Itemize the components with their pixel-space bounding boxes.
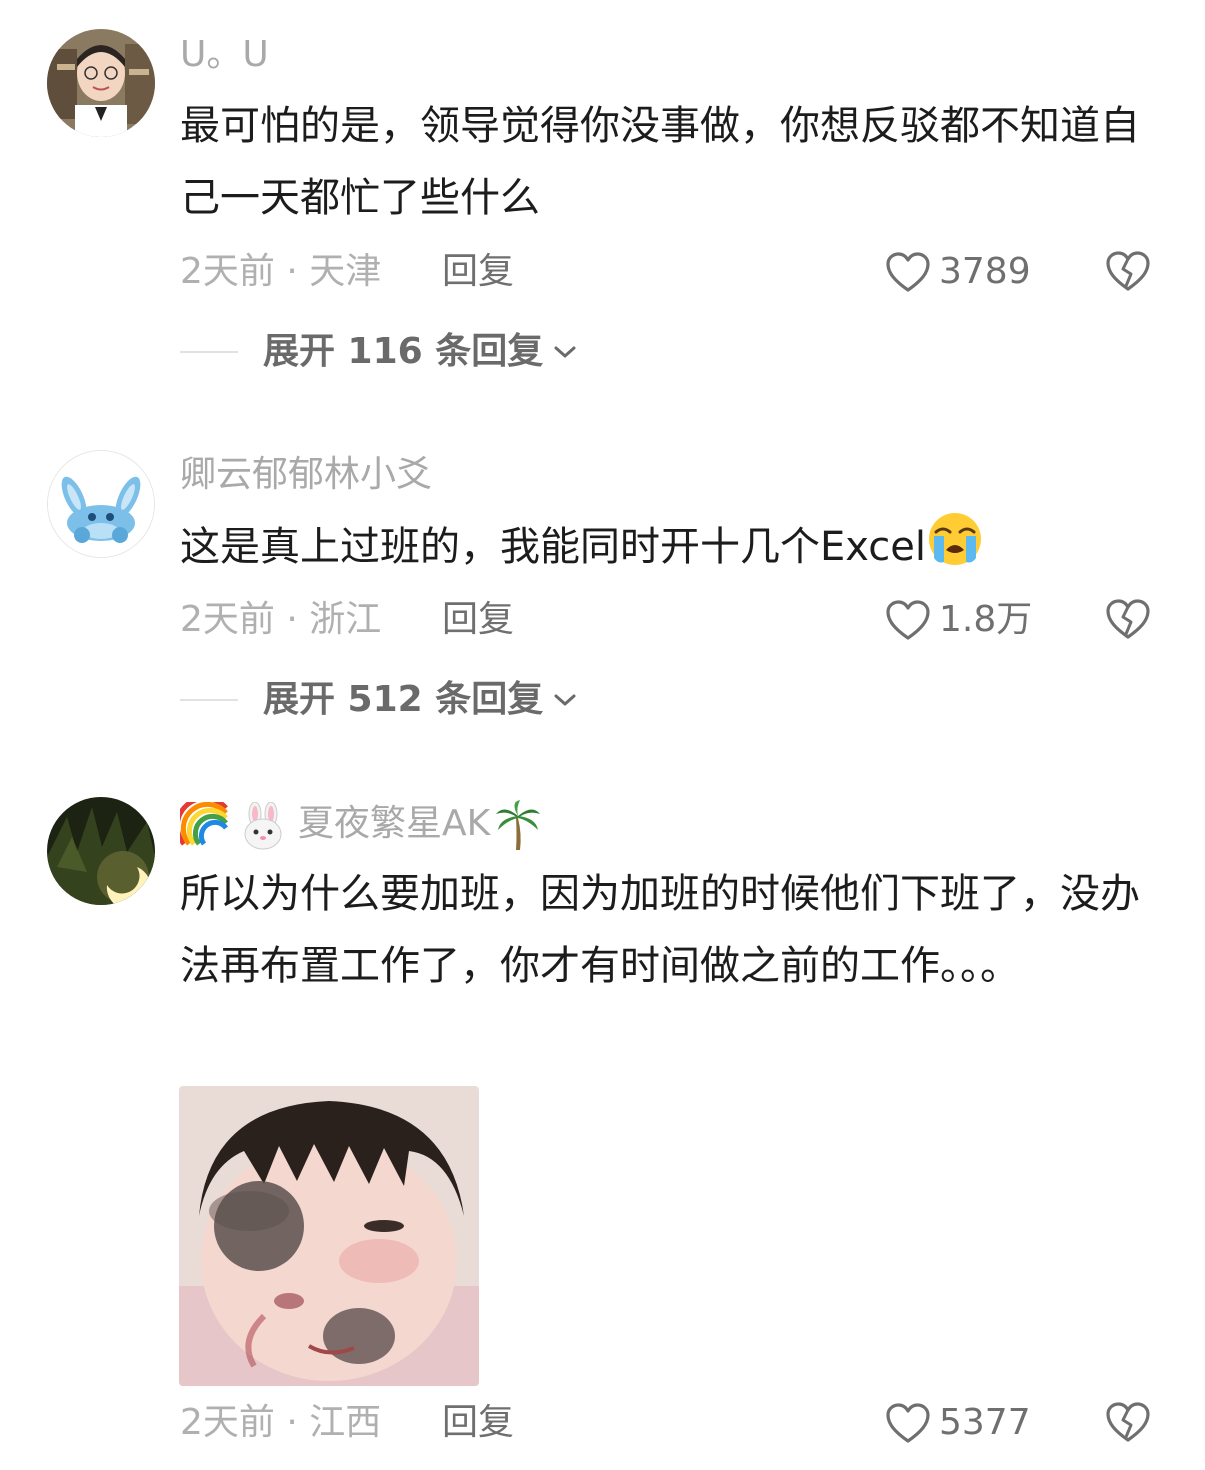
- rainbow-emoji: [174, 795, 232, 846]
- like-button[interactable]: 5377: [885, 1398, 1031, 1448]
- heart-icon: [886, 1403, 930, 1443]
- divider-line: [180, 351, 238, 353]
- crying-baby-sticker[interactable]: [179, 1086, 479, 1386]
- broken-heart-icon[interactable]: [1105, 249, 1151, 293]
- comment-meta-row: 2天前 · 天津 回复 3789: [180, 247, 1155, 297]
- expand-replies-label: 展开 512 条回复: [263, 679, 544, 720]
- like-button[interactable]: 1.8万: [885, 595, 1032, 645]
- rabbit-face-emoji: [238, 801, 292, 850]
- broken-heart-icon[interactable]: [1105, 1400, 1151, 1444]
- expand-replies-button[interactable]: 展开 116 条回复: [180, 327, 577, 377]
- comment-meta-row: 2天前 · 江西 回复 5377: [180, 1398, 1155, 1448]
- comment-time-location: 2天前 · 江西: [180, 1402, 382, 1443]
- like-count: 1.8万: [939, 599, 1033, 640]
- expand-replies-button[interactable]: 展开 512 条回复: [180, 675, 577, 725]
- heart-icon: [886, 600, 930, 640]
- like-button[interactable]: 3789: [885, 247, 1031, 297]
- palm-tree-emoji: [494, 800, 542, 850]
- broken-heart-icon[interactable]: [1105, 597, 1151, 641]
- comment-time-location: 2天前 · 浙江: [180, 599, 382, 640]
- comment-text-content: 这是真上过班的，我能同时开十几个Excel: [180, 524, 926, 570]
- reply-button[interactable]: 回复: [442, 247, 514, 297]
- comment-meta-row: 2天前 · 浙江 回复 1.8万: [180, 595, 1155, 645]
- reply-button[interactable]: 回复: [442, 595, 514, 645]
- like-count: 5377: [939, 1402, 1031, 1443]
- chevron-down-icon: [554, 346, 576, 358]
- username[interactable]: U。U: [180, 33, 269, 77]
- username-row[interactable]: 夏夜繁星AK: [174, 795, 542, 850]
- divider-line: [180, 699, 238, 701]
- comment-text: 这是真上过班的，我能同时开十几个Excel: [180, 510, 1170, 591]
- username[interactable]: 卿云郁郁林小爻: [180, 453, 432, 497]
- user-avatar[interactable]: [47, 797, 155, 905]
- user-avatar[interactable]: [47, 450, 155, 558]
- reply-button[interactable]: 回复: [442, 1398, 514, 1448]
- comment-text: 所以为什么要加班，因为加班的时候他们下班了，没办法再布置工作了，你才有时间做之前…: [180, 871, 1140, 989]
- comment-time-location: 2天前 · 天津: [180, 251, 382, 292]
- comment-text: 最可怕的是，领导觉得你没事做，你想反驳都不知道自己一天都忙了些什么: [180, 103, 1140, 221]
- heart-icon: [886, 252, 930, 292]
- expand-replies-label: 展开 116 条回复: [263, 331, 544, 372]
- user-avatar[interactable]: [47, 29, 155, 137]
- like-count: 3789: [939, 251, 1031, 292]
- chevron-down-icon: [554, 694, 576, 706]
- loudly-crying-face-emoji: [926, 510, 984, 591]
- username: 夏夜繁星AK: [298, 803, 491, 844]
